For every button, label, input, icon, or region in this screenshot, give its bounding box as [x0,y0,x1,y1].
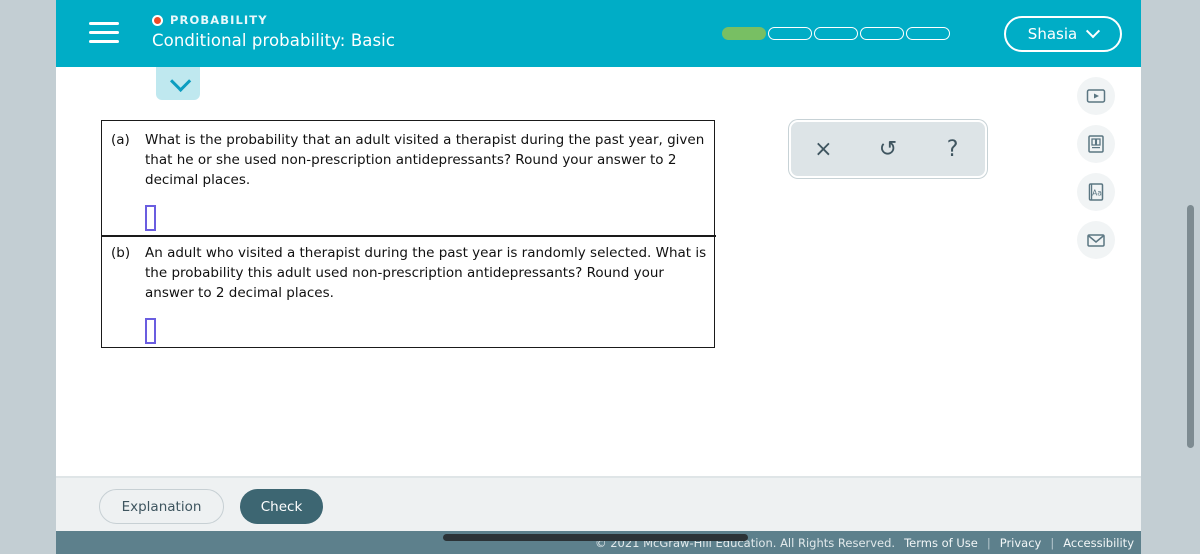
ebook-button[interactable] [1077,125,1115,163]
footer-separator: | [1050,535,1055,550]
collapse-panel-tab[interactable] [156,67,200,100]
part-label: (a) [111,132,130,148]
accessibility-link[interactable]: Accessibility [1063,536,1134,550]
resource-rail: Aa [1077,77,1115,269]
kicker-label: PROBABILITY [170,13,268,27]
question-part-b: (b) An adult who visited a therapist dur… [111,244,707,304]
video-button[interactable] [1077,77,1115,115]
clear-button[interactable]: × [799,128,847,170]
hamburger-bar [89,40,119,43]
progress-segment-5 [906,27,950,40]
part-text: An adult who visited a therapist during … [145,245,707,301]
glossary-button[interactable]: Aa [1077,173,1115,211]
course-kicker: PROBABILITY [152,13,395,27]
explanation-button[interactable]: Explanation [99,489,224,524]
math-toolbar: × ↺ ? [789,120,987,178]
chevron-down-icon [1086,24,1101,39]
message-icon [1087,234,1105,247]
part-divider [102,235,716,237]
progress-segment-2 [768,27,812,40]
check-button[interactable]: Check [240,489,323,524]
action-bar: Explanation Check [56,476,1141,531]
privacy-link[interactable]: Privacy [1000,536,1042,550]
message-button[interactable] [1077,221,1115,259]
hamburger-bar [89,22,119,25]
page-surface: PROBABILITY Conditional probability: Bas… [56,0,1141,554]
progress-segment-3 [814,27,858,40]
hamburger-icon[interactable] [89,22,119,46]
account-name: Shasia [1027,25,1078,43]
app-header: PROBABILITY Conditional probability: Bas… [56,0,1141,67]
answer-input-b[interactable] [145,318,156,344]
vertical-scrollbar[interactable] [1187,205,1194,448]
question-part-a: (a) What is the probability that an adul… [111,131,707,191]
question-box: (a) What is the probability that an adul… [101,120,716,348]
ebook-icon [1088,135,1104,153]
hamburger-bar [89,31,119,34]
terms-of-use-link[interactable]: Terms of Use [904,536,978,550]
app-root: PROBABILITY Conditional probability: Bas… [0,0,1200,554]
answer-input-a[interactable] [145,205,156,231]
progress-bar [722,27,950,40]
status-dot-icon [152,14,163,26]
part-label: (b) [111,245,131,261]
footer-separator: | [986,535,991,550]
progress-segment-1 [722,27,766,40]
svg-text:Aa: Aa [1092,188,1102,197]
video-icon [1086,89,1106,103]
page-title: Conditional probability: Basic [152,31,395,50]
progress-segment-4 [860,27,904,40]
part-text: What is the probability that an adult vi… [145,132,705,188]
header-title-block: PROBABILITY Conditional probability: Bas… [152,13,395,50]
glossary-icon: Aa [1088,183,1104,201]
help-button[interactable]: ? [929,128,977,170]
account-menu-button[interactable]: Shasia [1004,16,1122,52]
chevron-down-icon [169,70,191,92]
horizontal-scrollbar[interactable] [443,534,748,541]
undo-button[interactable]: ↺ [864,128,912,170]
